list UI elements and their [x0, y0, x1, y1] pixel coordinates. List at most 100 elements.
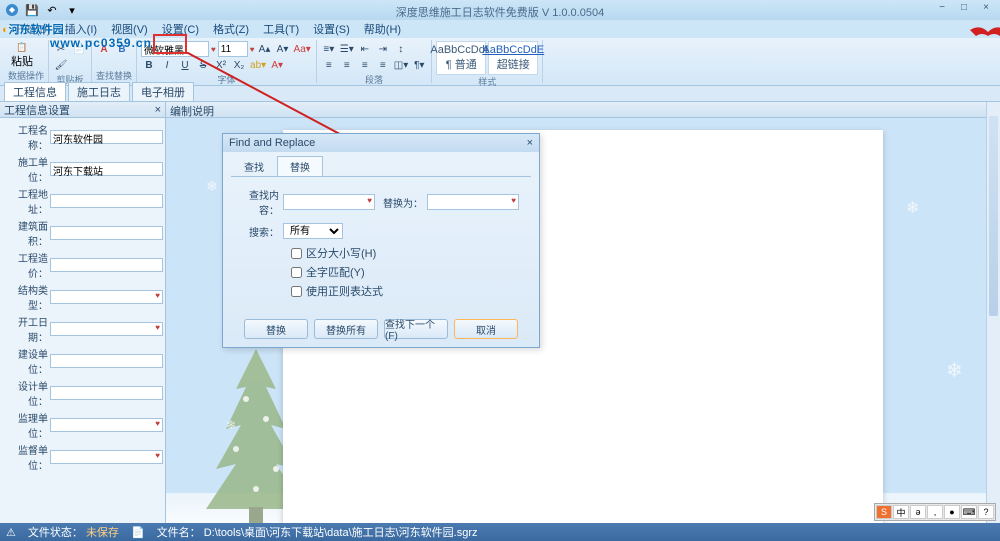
- underline-icon[interactable]: U: [177, 57, 193, 73]
- tab-photo-album[interactable]: 电子相册: [132, 82, 194, 101]
- line-spacing-icon[interactable]: ↕: [393, 41, 409, 57]
- form-input[interactable]: [50, 418, 163, 432]
- save-icon[interactable]: 💾: [24, 2, 40, 18]
- regex-checkbox[interactable]: 使用正则表达式: [291, 283, 531, 299]
- ime-comma[interactable]: ,: [927, 505, 943, 519]
- right-header: 编制说明: [166, 102, 1000, 118]
- find-next-button[interactable]: 查找下一个(F): [384, 319, 448, 339]
- form-label: 监理单位：: [2, 410, 50, 440]
- font-size-select[interactable]: [218, 41, 248, 57]
- font-name-select[interactable]: [141, 41, 209, 57]
- ime-help[interactable]: ?: [978, 505, 994, 519]
- outdent-icon[interactable]: ⇤: [357, 41, 373, 57]
- form-label: 建筑面积：: [2, 218, 50, 248]
- form-input[interactable]: [50, 226, 163, 240]
- style-hyperlink[interactable]: AaBbCcDdE 超链接: [488, 41, 538, 75]
- dialog-close-icon[interactable]: ×: [527, 137, 533, 149]
- search-scope-select[interactable]: 所有: [283, 223, 343, 239]
- form-input[interactable]: [50, 354, 163, 368]
- subscript-icon[interactable]: X₂: [231, 57, 247, 73]
- numbering-icon[interactable]: ☰▾: [339, 41, 355, 57]
- panel-close-icon[interactable]: ×: [155, 104, 161, 116]
- status-bar: ⚠ 文件状态： 未保存 📄 文件名： D:\tools\桌面\河东下载站\dat…: [0, 523, 1000, 541]
- ime-lang[interactable]: 中: [893, 505, 909, 519]
- match-case-checkbox[interactable]: 区分大小写(H): [291, 245, 531, 261]
- form-input[interactable]: 河东软件园: [50, 130, 163, 144]
- menu-help[interactable]: 帮助(H): [358, 19, 407, 39]
- superscript-icon[interactable]: X²: [213, 57, 229, 73]
- qat-dropdown-icon[interactable]: ▾: [64, 2, 80, 18]
- menu-format[interactable]: 格式(Z): [207, 19, 255, 39]
- replace-all-button[interactable]: 替换所有: [314, 319, 378, 339]
- form-row: 建筑面积：: [2, 218, 163, 248]
- ime-punct[interactable]: ə: [910, 505, 926, 519]
- form-row: 设计单位：: [2, 378, 163, 408]
- cancel-button[interactable]: 取消: [454, 319, 518, 339]
- find-replace-b-icon[interactable]: B: [114, 41, 130, 57]
- ime-logo-icon[interactable]: S: [876, 505, 892, 519]
- menu-settings[interactable]: 设置(C): [156, 19, 205, 39]
- justify-icon[interactable]: ≡: [375, 57, 391, 73]
- pilcrow-icon[interactable]: ¶▾: [411, 57, 427, 73]
- replace-button[interactable]: 替换: [244, 319, 308, 339]
- cut-icon[interactable]: ✂: [53, 41, 69, 57]
- shading-icon[interactable]: ◫▾: [393, 57, 409, 73]
- scrollbar-thumb[interactable]: [989, 116, 998, 316]
- form-input[interactable]: [50, 322, 163, 336]
- strike-icon[interactable]: S: [195, 57, 211, 73]
- dialog-tab-replace[interactable]: 替换: [277, 156, 323, 176]
- bold-icon[interactable]: B: [141, 57, 157, 73]
- tab-construction-log[interactable]: 施工日志: [68, 82, 130, 101]
- form-row: 工程造价：: [2, 250, 163, 280]
- grow-font-icon[interactable]: A▴: [257, 41, 273, 57]
- dialog-title-bar[interactable]: Find and Replace ×: [223, 134, 539, 152]
- form-label: 工程地址：: [2, 186, 50, 216]
- form-input[interactable]: 河东下载站: [50, 162, 163, 176]
- highlight-icon[interactable]: ab▾: [249, 57, 267, 73]
- undo-icon[interactable]: ↶: [44, 2, 60, 18]
- menu-view[interactable]: 视图(V): [105, 19, 154, 39]
- bullets-icon[interactable]: ≡▾: [321, 41, 337, 57]
- minimize-button[interactable]: −: [932, 2, 952, 16]
- indent-icon[interactable]: ⇥: [375, 41, 391, 57]
- ime-keyboard[interactable]: ⌨: [961, 505, 977, 519]
- form-label: 工程造价：: [2, 250, 50, 280]
- form-input[interactable]: [50, 450, 163, 464]
- style-normal[interactable]: AaBbCcDdE ¶ 普通: [436, 41, 486, 75]
- italic-icon[interactable]: I: [159, 57, 175, 73]
- menu-start[interactable]: 开始(B): [8, 19, 57, 39]
- file-status-icon: ⚠: [6, 526, 16, 539]
- paste-button[interactable]: 📋粘贴: [8, 41, 36, 69]
- shrink-font-icon[interactable]: A▾: [275, 41, 291, 57]
- form-input[interactable]: [50, 258, 163, 272]
- replace-input[interactable]: [427, 194, 519, 210]
- ribbon-bow-decoration: [970, 22, 1000, 46]
- clear-format-icon[interactable]: Aa▾: [293, 41, 312, 57]
- form-input[interactable]: [50, 194, 163, 208]
- copy-icon[interactable]: 📄: [71, 41, 87, 57]
- dialog-tab-find[interactable]: 查找: [231, 156, 277, 176]
- close-button[interactable]: ×: [976, 2, 996, 16]
- menu-config[interactable]: 设置(S): [307, 19, 356, 39]
- menu-insert[interactable]: 插入(I): [59, 19, 103, 39]
- align-right-icon[interactable]: ≡: [357, 57, 373, 73]
- find-replace-a-icon[interactable]: A: [96, 41, 112, 57]
- format-painter-icon[interactable]: 🖌: [53, 57, 69, 73]
- form-input[interactable]: [50, 386, 163, 400]
- maximize-button[interactable]: □: [954, 2, 974, 16]
- form-input[interactable]: [50, 290, 163, 304]
- whole-word-checkbox[interactable]: 全字匹配(Y): [291, 264, 531, 280]
- panel-header: 工程信息设置 ×: [0, 102, 165, 118]
- find-input[interactable]: [283, 194, 375, 210]
- vertical-scrollbar[interactable]: [986, 102, 1000, 523]
- form-row: 监督单位：: [2, 442, 163, 472]
- align-left-icon[interactable]: ≡: [321, 57, 337, 73]
- ime-mic[interactable]: ●: [944, 505, 960, 519]
- tab-project-info[interactable]: 工程信息: [4, 82, 66, 101]
- font-color-icon[interactable]: A▾: [269, 57, 285, 73]
- app-icon: [4, 2, 20, 18]
- menu-tools[interactable]: 工具(T): [257, 19, 305, 39]
- align-center-icon[interactable]: ≡: [339, 57, 355, 73]
- form-label: 监督单位：: [2, 442, 50, 472]
- form-row: 工程地址：: [2, 186, 163, 216]
